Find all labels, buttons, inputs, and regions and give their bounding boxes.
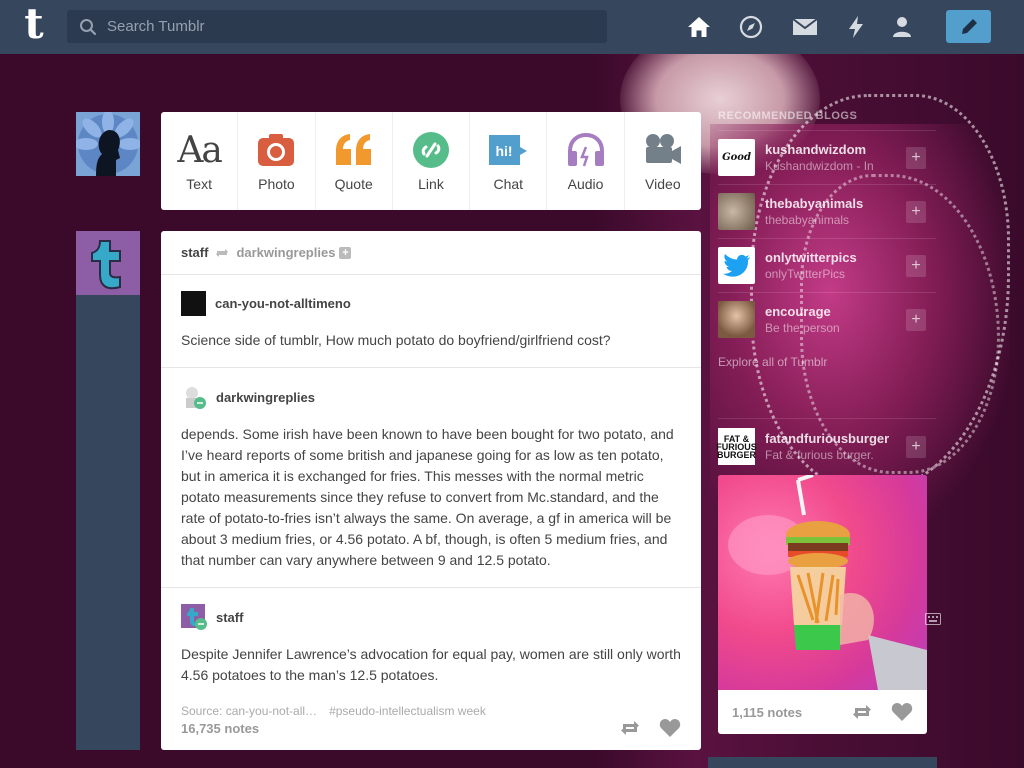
new-photo-post-button[interactable]: Photo	[238, 112, 316, 210]
radar-notes-count[interactable]: 1,115 notes	[732, 705, 833, 720]
user-avatar[interactable]	[76, 112, 140, 176]
camera-icon	[257, 130, 295, 170]
notes-count[interactable]: 16,735 notes	[181, 721, 601, 736]
reblog-body: Despite Jennifer Lawrence’s advocation f…	[181, 646, 681, 683]
quote-icon	[334, 130, 374, 170]
reblog-icon[interactable]	[851, 703, 873, 721]
compose-button[interactable]	[946, 10, 991, 43]
keyboard-shortcuts-icon[interactable]	[925, 612, 941, 630]
post-author[interactable]: staff	[181, 245, 208, 260]
top-navbar: t	[0, 0, 1024, 54]
reblog-user: can-you-not-alltimeno	[181, 291, 681, 316]
recommended-blog-item[interactable]: Good kushandwizdom Kushandwizdom - In +	[718, 130, 936, 184]
like-heart-icon[interactable]	[659, 718, 681, 738]
follow-button[interactable]: +	[906, 435, 926, 458]
search-bar[interactable]	[67, 10, 607, 43]
home-icon[interactable]	[686, 14, 712, 40]
pencil-icon	[961, 18, 977, 34]
video-label: Video	[645, 176, 681, 192]
new-link-post-button[interactable]: Link	[393, 112, 471, 210]
link-icon	[412, 130, 449, 170]
reblog-entry: can-you-not-alltimeno Science side of tu…	[161, 275, 701, 368]
post-footer: 16,735 notes	[161, 706, 701, 750]
video-camera-icon	[643, 130, 683, 170]
radar-blog[interactable]: FAT & FURIOUS BURGER fatandfuriousburger…	[716, 418, 936, 474]
reblog-username[interactable]: darkwingreplies	[216, 390, 315, 405]
text-icon: Aa	[177, 129, 222, 171]
new-quote-post-button[interactable]: Quote	[316, 112, 393, 210]
search-icon	[80, 18, 97, 35]
reblogged-from[interactable]: darkwingreplies	[236, 245, 335, 260]
staff-avatar[interactable]	[76, 231, 140, 295]
text-label: Text	[186, 176, 212, 192]
link-label: Link	[418, 176, 444, 192]
svg-text:hi!: hi!	[496, 143, 513, 159]
blog-avatar	[718, 301, 755, 338]
new-chat-post-button[interactable]: hi! Chat	[470, 112, 548, 210]
follow-plus-icon[interactable]: +	[339, 246, 352, 259]
quote-label: Quote	[334, 176, 373, 192]
recommended-blog-item[interactable]: encourage Be the person +	[718, 292, 936, 346]
new-video-post-button[interactable]: Video	[625, 112, 701, 210]
chat-label: Chat	[493, 176, 524, 192]
blog-avatar: Good	[718, 139, 755, 176]
reblog-user: darkwingreplies	[181, 384, 681, 410]
reblog-body: depends. Some irish have been known to h…	[181, 426, 674, 568]
sidebar-bottom-bar	[708, 757, 937, 768]
new-audio-post-button[interactable]: Audio	[547, 112, 625, 210]
activity-icon[interactable]	[843, 14, 869, 40]
account-icon[interactable]	[889, 14, 915, 40]
reblog-username[interactable]: staff	[216, 610, 243, 625]
reblog-user: staff	[181, 604, 681, 630]
recommended-blogs-list: Good kushandwizdom Kushandwizdom - In + t…	[718, 130, 936, 346]
radar-post-card: 1,115 notes	[718, 475, 927, 734]
inbox-icon[interactable]	[792, 14, 818, 40]
twitter-bird-icon	[718, 247, 755, 284]
explore-link[interactable]: Explore all of Tumblr	[718, 355, 827, 369]
reblog-username[interactable]: can-you-not-alltimeno	[215, 296, 351, 311]
reblog-entry: staff Despite Jennifer Lawrence’s advoca…	[161, 588, 701, 702]
recommended-blog-item[interactable]: thebabyanimals thebabyanimals +	[718, 184, 936, 238]
audio-label: Audio	[567, 176, 604, 192]
reblog-icon[interactable]	[619, 719, 641, 737]
user-mini-avatar[interactable]	[181, 291, 206, 316]
avatar-rail	[76, 295, 140, 750]
explore-icon[interactable]	[738, 14, 764, 40]
post-composer: Aa Text Photo Quote Link hi! Chat Audio	[161, 112, 701, 210]
reblog-entry: darkwingreplies depends. Some irish have…	[161, 368, 701, 588]
headphones-icon	[566, 130, 606, 170]
follow-button[interactable]: +	[906, 146, 926, 169]
recommended-blog-item[interactable]: onlytwitterpics onlyTwitterPics +	[718, 238, 936, 292]
radar-blog-avatar: FAT & FURIOUS BURGER	[716, 428, 757, 465]
user-mini-avatar[interactable]	[181, 604, 207, 630]
tumblr-logo[interactable]: t	[17, 3, 51, 46]
follow-button[interactable]: +	[906, 200, 926, 223]
new-text-post-button[interactable]: Aa Text	[161, 112, 239, 210]
post-header: staff darkwingreplies +	[161, 231, 701, 275]
recommended-blogs-title: RECOMMENDED BLOGS	[718, 110, 858, 122]
follow-button[interactable]: +	[906, 308, 926, 331]
chat-icon: hi!	[488, 130, 528, 170]
burger-drink-photo[interactable]	[718, 475, 927, 690]
follow-button[interactable]: +	[906, 254, 926, 277]
user-mini-avatar[interactable]	[181, 384, 207, 410]
like-heart-icon[interactable]	[891, 702, 913, 722]
search-input[interactable]	[107, 18, 587, 35]
blog-avatar	[718, 193, 755, 230]
reblog-body: Science side of tumblr, How much potato …	[181, 332, 611, 348]
photo-label: Photo	[258, 176, 295, 192]
reblog-small-icon	[214, 247, 230, 259]
radar-post-footer: 1,115 notes	[718, 690, 927, 734]
dashboard-post: staff darkwingreplies + can-you-not-allt…	[161, 231, 701, 750]
